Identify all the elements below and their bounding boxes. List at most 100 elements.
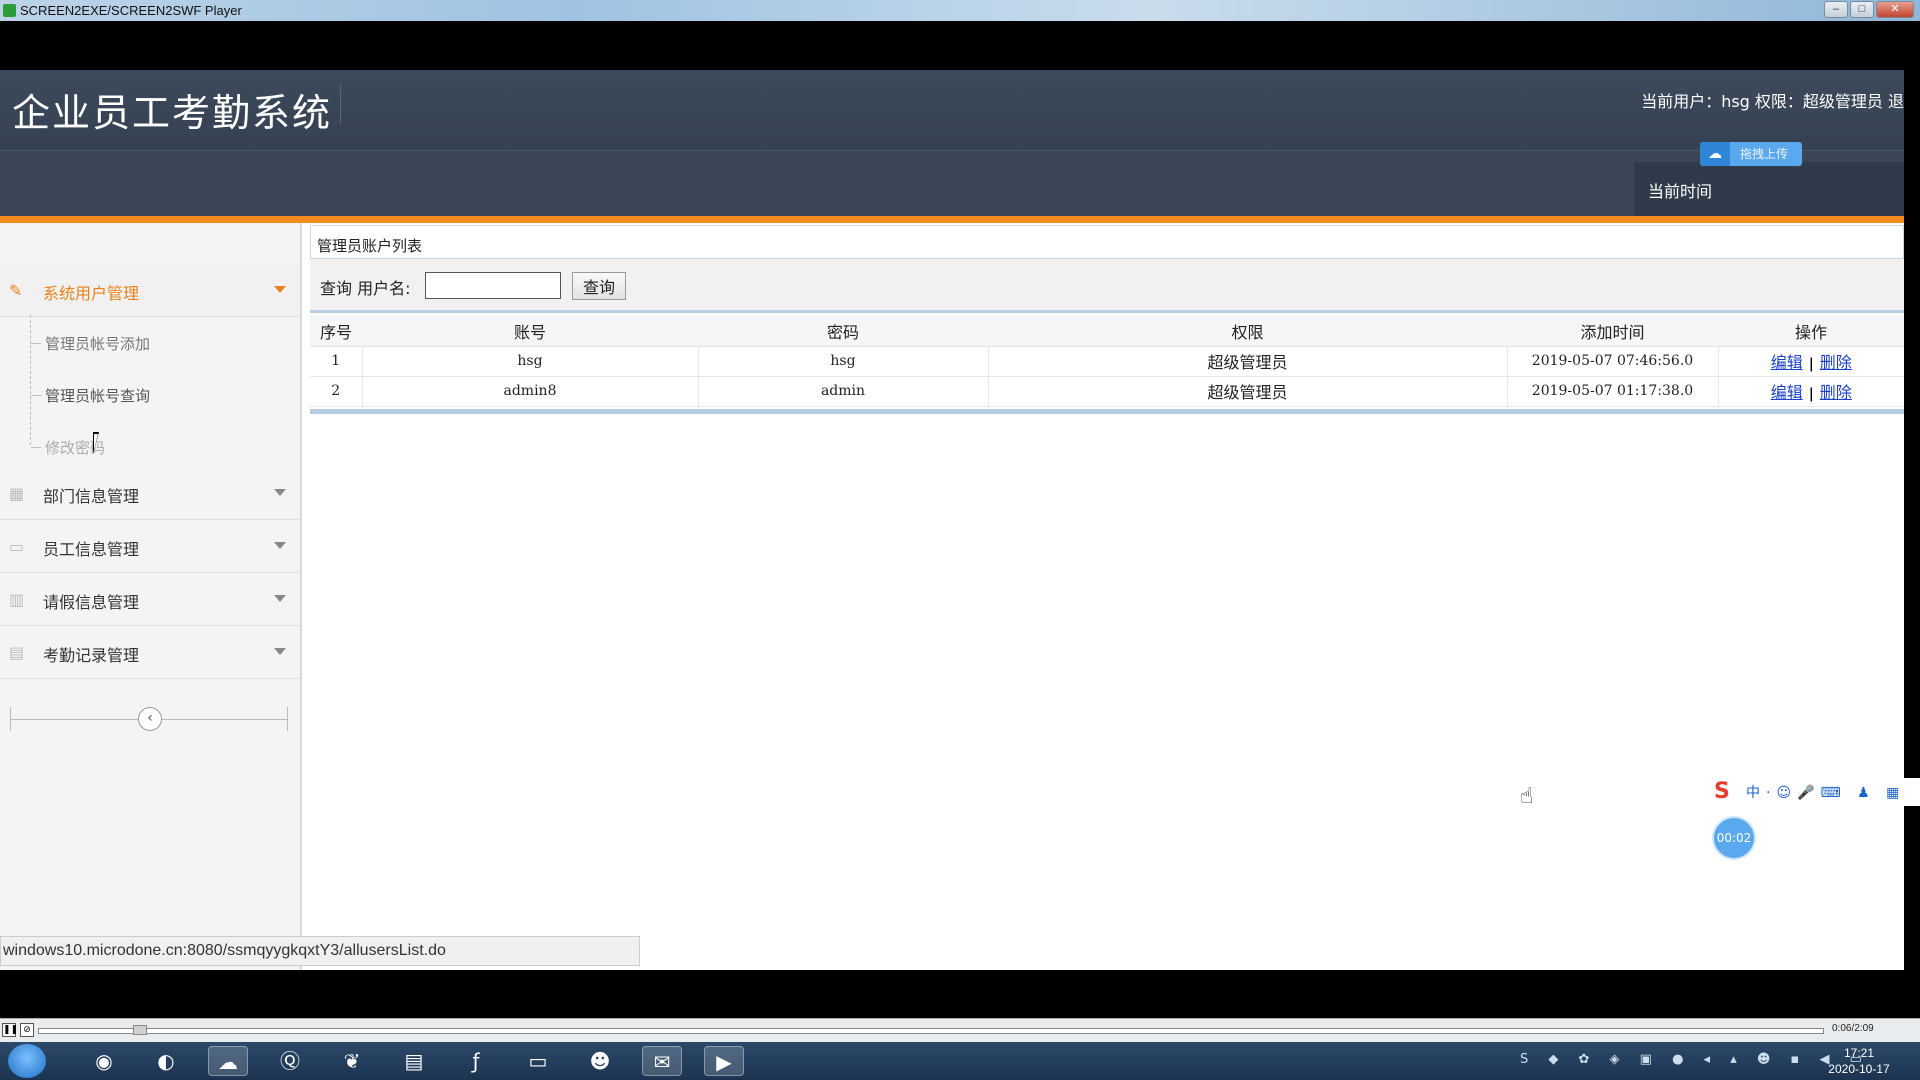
sidebar-collapse-button[interactable]: ‹ (138, 707, 162, 731)
calendar-icon: ▤ (9, 643, 25, 662)
seek-handle[interactable] (133, 1025, 147, 1035)
username-search-input[interactable] (425, 272, 561, 299)
flash-icon[interactable]: ƒ (456, 1046, 496, 1076)
taskbar: ◉ ◐ ☁ Ⓠ ❦ ▤ ƒ ▭ ☻ ✉ ▶ S ◆ ✿ ◈ ▣ ● ◂ ▴ ☻ … (0, 1042, 1920, 1080)
column-header-password: 密码 (698, 316, 988, 347)
browser-q-icon[interactable]: Ⓠ (270, 1046, 310, 1076)
minimize-button[interactable]: – (1824, 1, 1848, 18)
chrome-icon[interactable]: ◉ (84, 1046, 124, 1076)
screen-player-icon[interactable]: ▶ (704, 1046, 744, 1076)
cell-no: 2 (310, 376, 362, 407)
chevron-down-icon (274, 595, 286, 602)
sidebar-group-label: 员工信息管理 (43, 540, 140, 559)
cloud-icon: ☁ (1700, 142, 1730, 166)
column-header-actions: 操作 (1718, 316, 1904, 347)
cell-role: 超级管理员 (987, 346, 1507, 377)
cell-time: 2019-05-07 07:46:56.0 (1506, 346, 1718, 377)
cell-account: hsg (361, 346, 698, 377)
pause-icon[interactable]: ❚❚ (2, 1023, 18, 1037)
taskbar-clock[interactable]: 17:21 2020-10-17 (1824, 1045, 1894, 1077)
player-control-bar: ❚❚ ⊘ 0:06/2:09 (0, 1018, 1920, 1042)
player-app-icon (3, 4, 16, 17)
delete-link[interactable]: 删除 (1820, 353, 1852, 372)
web-app: 企业员工考勤系统 当前用户：hsg 权限：超级管理员 退 当前时间 ☁ 拖拽上传… (0, 70, 1904, 970)
recording-timer[interactable]: 00:02 (1712, 816, 1756, 860)
cell-password: hsg (697, 346, 988, 377)
file-explorer-icon[interactable]: ▭ (518, 1046, 558, 1076)
window-title: SCREEN2EXE/SCREEN2SWF Player (20, 3, 242, 18)
stop-icon[interactable]: ⊘ (20, 1023, 34, 1037)
sidebar-group-attendance[interactable]: ▤ 考勤记录管理 (0, 627, 300, 679)
cell-actions: 编辑 | 删除 (1717, 346, 1904, 377)
hand-cursor-icon: ☝ (1520, 784, 1534, 809)
search-bar: 查询 用户名: 查询 (310, 259, 1904, 313)
drag-upload-button[interactable]: ☁ 拖拽上传 (1700, 142, 1802, 166)
chevron-down-icon (274, 542, 286, 549)
panel-title: 管理员账户列表 (310, 225, 1904, 259)
sidebar-item-admin-add[interactable]: 管理员帐号添加 (30, 333, 150, 354)
accent-bar (0, 216, 1904, 223)
query-button[interactable]: 查询 (572, 272, 626, 300)
column-header-no: 序号 (310, 316, 362, 347)
table-bottom-rule (310, 409, 1904, 414)
sidebar-group-label: 系统用户管理 (43, 284, 140, 303)
eclipse-icon[interactable]: ◐ (146, 1046, 186, 1076)
qq-icon[interactable]: ☻ (580, 1046, 620, 1076)
current-time-box: 当前时间 (1634, 162, 1904, 216)
column-header-time: 添加时间 (1507, 316, 1718, 347)
system-tray-icons[interactable]: S ◆ ✿ ◈ ▣ ● ◂ ▴ ☻ ▪ ◀ ▭ (1520, 1052, 1870, 1067)
sidebar-group-label: 请假信息管理 (43, 593, 140, 612)
clock-time: 17:21 (1843, 1046, 1875, 1060)
edit-link[interactable]: 编辑 (1771, 353, 1803, 372)
submenu-system-users: 管理员帐号添加 管理员帐号查询 修改密码 (30, 315, 290, 457)
wechat-icon[interactable]: ✉ (642, 1046, 682, 1076)
ime-toolbar[interactable]: S 中·☺🎤⌨ ♟ ▦ (1712, 778, 1920, 806)
pencil-icon: ✎ (9, 281, 23, 300)
layout-icon: ▥ (9, 590, 25, 609)
mouse-cursor-icon (93, 432, 99, 454)
grid-icon: ▦ (9, 484, 25, 503)
table-row: 2 admin8 admin 超级管理员 2019-05-07 01:17:38… (310, 376, 1904, 407)
sidebar-group-leave[interactable]: ▥ 请假信息管理 (0, 574, 300, 626)
title-divider (340, 84, 341, 124)
drag-upload-label: 拖拽上传 (1740, 147, 1789, 161)
current-user-info: 当前用户：hsg 权限：超级管理员 退 (1641, 92, 1904, 111)
delete-link[interactable]: 删除 (1820, 383, 1852, 402)
system-title: 企业员工考勤系统 (12, 91, 333, 135)
main-content: 管理员账户列表 查询 用户名: 查询 序号 账号 密码 权限 添加时间 操作 1… (308, 223, 1904, 970)
sidebar-group-label: 部门信息管理 (43, 487, 140, 506)
sidebar-item-admin-query[interactable]: 管理员帐号查询 (30, 385, 150, 406)
table-row: 1 hsg hsg 超级管理员 2019-05-07 07:46:56.0 编辑… (310, 346, 1904, 377)
sidebar-group-departments[interactable]: ▦ 部门信息管理 (0, 468, 300, 520)
maximize-button[interactable]: □ (1850, 1, 1874, 18)
sidebar-group-system-users[interactable]: ✎ 系统用户管理 (0, 265, 300, 317)
cell-actions: 编辑 | 删除 (1717, 376, 1904, 407)
app-header: 企业员工考勤系统 当前用户：hsg 权限：超级管理员 退 当前时间 ☁ 拖拽上传 (0, 70, 1904, 218)
browser-status-url: windows10.microdone.cn:8080/ssmqyygkqxtY… (0, 936, 640, 966)
chevron-down-icon (274, 648, 286, 655)
ime-tools[interactable]: 中·☺🎤⌨ ♟ ▦ (1746, 782, 1905, 802)
admin-accounts-table: 序号 账号 密码 权限 添加时间 操作 1 hsg hsg 超级管理员 2019… (310, 316, 1904, 407)
baidu-netdisk-icon[interactable]: ☁ (208, 1046, 248, 1076)
action-separator: | (1808, 356, 1814, 372)
cell-no: 1 (310, 346, 362, 377)
cell-account: admin8 (361, 376, 698, 407)
edit-link[interactable]: 编辑 (1771, 383, 1803, 402)
action-separator: | (1808, 386, 1814, 402)
seek-track[interactable] (38, 1028, 1824, 1034)
chart-app-icon[interactable]: ▤ (394, 1046, 434, 1076)
cell-time: 2019-05-07 01:17:38.0 (1506, 376, 1718, 407)
chevron-down-icon (274, 286, 286, 293)
monitor-icon: ▭ (9, 537, 25, 556)
start-button[interactable] (8, 1044, 46, 1078)
sogou-logo-icon: S (1714, 779, 1730, 804)
close-button[interactable]: ✕ (1876, 1, 1914, 18)
column-header-role: 权限 (988, 316, 1507, 347)
window-controls: – □ ✕ (1824, 1, 1914, 18)
column-header-account: 账号 (362, 316, 698, 347)
chevron-down-icon (274, 489, 286, 496)
leaf-app-icon[interactable]: ❦ (332, 1046, 372, 1076)
cell-password: admin (697, 376, 988, 407)
sidebar-group-employees[interactable]: ▭ 员工信息管理 (0, 521, 300, 573)
current-time-label: 当前时间 (1648, 182, 1713, 201)
